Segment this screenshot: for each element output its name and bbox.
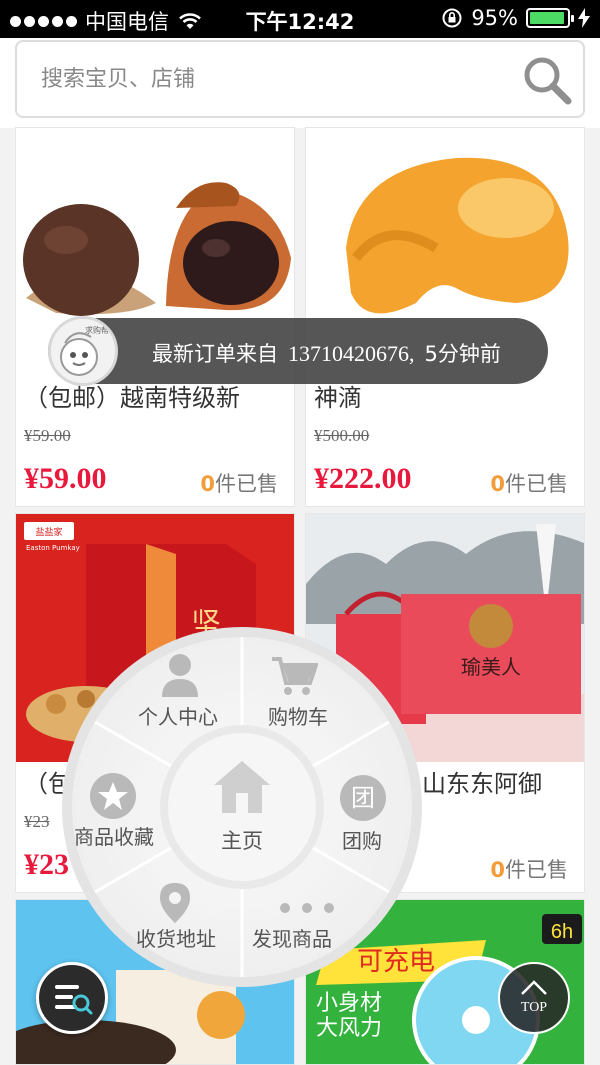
sold-suffix: 件已售 [215,472,278,496]
product-title[interactable]: 山东东阿御 [422,764,582,799]
sold-suffix: 件已售 [505,472,568,496]
menu-item-cart[interactable]: 购物车 [260,649,360,739]
chevron-up-icon [521,980,547,995]
cart-icon [272,657,318,695]
sold-suffix: 件已售 [505,858,568,882]
fan-text-2: 大风力 [316,1016,382,1041]
menu-item-group-buy[interactable]: 团 团购 [328,775,408,865]
profile-label: 个人中心 [138,705,218,729]
sale-price: ¥59.00 [24,462,107,495]
search-box [15,40,585,118]
address-label: 收货地址 [136,927,216,951]
brand-text: 瑜美人 [461,655,521,679]
menu-item-favorites[interactable]: 商品收藏 [70,773,180,863]
sold-count: 0件已售 [200,468,278,498]
search-icon[interactable] [521,54,573,106]
discover-label: 发现商品 [252,927,332,951]
sale-price: ¥222.00 [314,462,412,495]
star-icon [90,773,136,819]
favorites-label: 商品收藏 [74,825,154,849]
sold-count: 0件已售 [490,854,568,884]
top-label: TOP [520,1000,548,1015]
battery-icon [526,8,574,28]
radial-menu: 主页 个人中心 购物车 团 团购 发现商品 收货地址 商品收藏 [60,625,424,989]
sold-count: 0件已售 [490,468,568,498]
home-button[interactable]: 主页 [168,733,316,881]
toast-message: 最新订单来自 13710420676, 5分钟前 [152,338,511,368]
toast-prefix: 最新订单来自 [152,342,278,366]
battery-percent: 95% [471,6,518,30]
charging-bolt-icon [578,8,590,28]
sold-number: 0 [490,472,505,496]
rotation-lock-icon [442,8,462,28]
svg-text:盐盐家: 盐盐家 [35,526,62,538]
menu-item-address[interactable]: 收货地址 [132,879,242,963]
search-input[interactable] [41,42,511,116]
more-dots-icon [280,901,340,915]
fan-text-1: 小身材 [316,991,382,1016]
status-bar: 中国电信 下午12:42 95% [0,0,600,38]
location-pin-icon [160,883,190,923]
brand-text: Easton Pumkay [26,544,80,552]
back-to-top-button[interactable]: TOP [498,962,570,1034]
cart-label: 购物车 [268,705,328,729]
list-search-icon [55,985,93,1015]
group-buy-icon: 团 [340,775,386,821]
product-card[interactable]: 神滴 ¥500.00 ¥222.00 0件已售 [305,127,585,507]
user-icon [162,654,198,697]
category-search-button[interactable] [36,962,108,1034]
avatar: 求购帮 [48,316,118,386]
fan-badge: 6h [551,921,573,943]
home-label: 主页 [221,829,263,853]
order-notification-toast: 求购帮 最新订单来自 13710420676, 5分钟前 [48,316,548,386]
sold-number: 0 [200,472,215,496]
status-right: 95% [441,6,590,30]
avatar-label: 求购帮 [85,326,109,335]
group-buy-label: 团购 [342,829,382,853]
original-price: ¥59.00 [24,426,71,445]
search-bar [0,38,600,128]
product-card[interactable]: （包邮）越南特级新 ¥59.00 ¥59.00 0件已售 [15,127,295,507]
sold-number: 0 [490,858,505,882]
toast-time: 5分钟前 [424,342,501,366]
menu-item-discover[interactable]: 发现商品 [250,893,370,963]
home-icon [214,761,270,813]
original-price: ¥500.00 [314,426,370,445]
toast-phone: 13710420676, [288,341,415,366]
menu-item-profile[interactable]: 个人中心 [130,649,230,739]
original-price: ¥23 [24,812,50,831]
